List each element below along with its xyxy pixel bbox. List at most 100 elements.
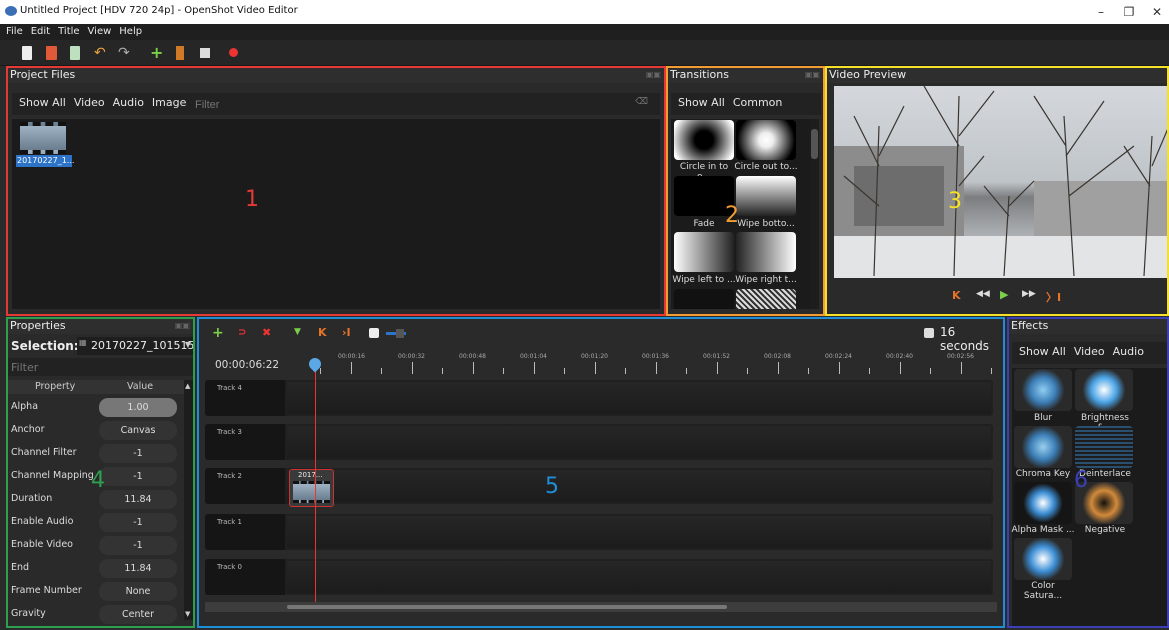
track[interactable]: Track 3: [205, 424, 993, 460]
scrollbar-thumb[interactable]: [811, 129, 818, 159]
property-row[interactable]: End 11.84: [7, 557, 190, 580]
transition-thumb[interactable]: [674, 232, 734, 272]
track-header[interactable]: Track 1: [205, 514, 285, 550]
menu-title[interactable]: Title: [54, 24, 83, 40]
tab-video[interactable]: Video: [1074, 345, 1105, 358]
timeline-clip[interactable]: 2017...: [289, 469, 334, 507]
minimize-icon[interactable]: –: [1086, 3, 1116, 21]
clear-filter-icon[interactable]: ⌫: [635, 97, 648, 107]
property-row[interactable]: Gravity Center: [7, 603, 190, 626]
track[interactable]: Track 4: [205, 380, 993, 416]
transition-thumb[interactable]: [736, 289, 796, 309]
property-row[interactable]: Anchor Canvas: [7, 419, 190, 442]
import-files-icon[interactable]: +: [150, 45, 164, 61]
transition-thumb[interactable]: [736, 120, 796, 160]
effect-thumb-brightness[interactable]: [1075, 369, 1133, 411]
menu-view[interactable]: View: [84, 24, 116, 40]
jump-start-icon[interactable]: K: [952, 289, 961, 302]
property-row[interactable]: Channel Filter -1: [7, 442, 190, 465]
project-files-filter-input[interactable]: [193, 96, 657, 114]
property-row[interactable]: Frame Number None: [7, 580, 190, 603]
track-header[interactable]: Track 3: [205, 424, 285, 460]
property-value[interactable]: -1: [99, 444, 177, 463]
redo-icon[interactable]: ↷: [118, 46, 132, 60]
track-lane[interactable]: [287, 426, 991, 458]
play-icon[interactable]: ▶: [1000, 288, 1008, 301]
timeline-scrollbar[interactable]: [205, 602, 997, 612]
undo-icon[interactable]: ↶: [94, 46, 108, 60]
track-lane[interactable]: [287, 470, 991, 502]
zoom-slider[interactable]: [386, 329, 406, 338]
panel-float-close-icon[interactable]: ▣▣: [805, 67, 820, 83]
tab-audio[interactable]: Audio: [113, 96, 144, 109]
transition-thumb[interactable]: [736, 176, 796, 216]
property-value[interactable]: -1: [99, 536, 177, 555]
effect-thumb-blur[interactable]: [1014, 369, 1072, 411]
property-row[interactable]: Alpha 1.00: [7, 396, 190, 419]
playhead-line[interactable]: [315, 362, 316, 604]
panel-float-close-icon[interactable]: ▣▣: [175, 318, 190, 334]
menu-help[interactable]: Help: [115, 24, 146, 40]
scroll-down-icon[interactable]: ▼: [185, 610, 190, 618]
add-marker-icon[interactable]: ▼: [294, 327, 301, 337]
scrollbar-thumb[interactable]: [287, 605, 727, 609]
track-header[interactable]: Track 2: [205, 468, 285, 504]
save-project-icon[interactable]: [70, 46, 80, 60]
track-lane[interactable]: [287, 382, 991, 414]
tab-common[interactable]: Common: [733, 96, 783, 109]
property-row[interactable]: Enable Video -1: [7, 534, 190, 557]
fast-forward-icon[interactable]: ▶▶: [1022, 289, 1036, 299]
property-value[interactable]: -1: [99, 467, 177, 486]
transition-thumb[interactable]: [674, 289, 734, 309]
track-header[interactable]: Track 0: [205, 559, 285, 595]
effect-thumb-alpha-mask[interactable]: [1014, 482, 1072, 524]
property-value[interactable]: 11.84: [99, 490, 177, 509]
property-value[interactable]: -1: [99, 513, 177, 532]
center-timeline-icon[interactable]: [369, 328, 379, 338]
property-value[interactable]: 1.00: [99, 398, 177, 417]
tab-show-all[interactable]: Show All: [19, 96, 66, 109]
close-icon[interactable]: ✕: [1142, 3, 1169, 21]
panel-float-close-icon[interactable]: ▣▣: [646, 67, 661, 83]
file-item[interactable]: 20170227_1...: [16, 122, 74, 167]
track[interactable]: Track 0: [205, 559, 993, 595]
property-row[interactable]: Enable Audio -1: [7, 511, 190, 534]
scroll-up-icon[interactable]: ▲: [185, 382, 190, 390]
export-video-icon[interactable]: [229, 48, 238, 57]
transition-thumb[interactable]: [674, 120, 734, 160]
track-lane[interactable]: [287, 516, 991, 548]
open-project-icon[interactable]: [46, 46, 57, 60]
track[interactable]: Track 1: [205, 514, 993, 550]
previous-marker-icon[interactable]: K: [318, 326, 327, 339]
choose-profile-icon[interactable]: [176, 46, 184, 60]
property-value[interactable]: Canvas: [99, 421, 177, 440]
property-value[interactable]: 11.84: [99, 559, 177, 578]
tab-audio[interactable]: Audio: [1113, 345, 1144, 358]
track-lane[interactable]: [287, 561, 991, 593]
menu-edit[interactable]: Edit: [27, 24, 54, 40]
transition-thumb[interactable]: [736, 232, 796, 272]
tab-video[interactable]: Video: [74, 96, 105, 109]
snapping-icon[interactable]: ⊃: [238, 327, 246, 338]
transitions-scrollbar[interactable]: [810, 119, 819, 309]
properties-scrollbar[interactable]: ▲ ▼: [184, 380, 194, 620]
property-value[interactable]: Center: [99, 605, 177, 624]
add-track-icon[interactable]: +: [212, 325, 224, 341]
jump-end-icon[interactable]: 〉I: [1046, 289, 1061, 305]
tab-show-all[interactable]: Show All: [678, 96, 725, 109]
selection-dropdown[interactable]: ▦ 20170227_101515 ▼: [77, 337, 194, 355]
menu-file[interactable]: File: [2, 24, 27, 40]
property-value[interactable]: None: [99, 582, 177, 601]
tab-show-all[interactable]: Show All: [1019, 345, 1066, 358]
rewind-icon[interactable]: ◀◀: [976, 289, 990, 299]
fullscreen-icon[interactable]: [200, 48, 210, 58]
effect-thumb-color-saturation[interactable]: [1014, 538, 1072, 580]
effect-thumb-chroma-key[interactable]: [1014, 426, 1072, 468]
effect-thumb-deinterlace[interactable]: [1075, 426, 1133, 468]
next-marker-icon[interactable]: ›I: [342, 326, 351, 339]
zoom-slider-handle[interactable]: [396, 329, 404, 338]
razor-icon[interactable]: ✖: [262, 326, 271, 339]
properties-filter-input[interactable]: [7, 358, 194, 376]
track-header[interactable]: Track 4: [205, 380, 285, 416]
tab-image[interactable]: Image: [152, 96, 186, 109]
